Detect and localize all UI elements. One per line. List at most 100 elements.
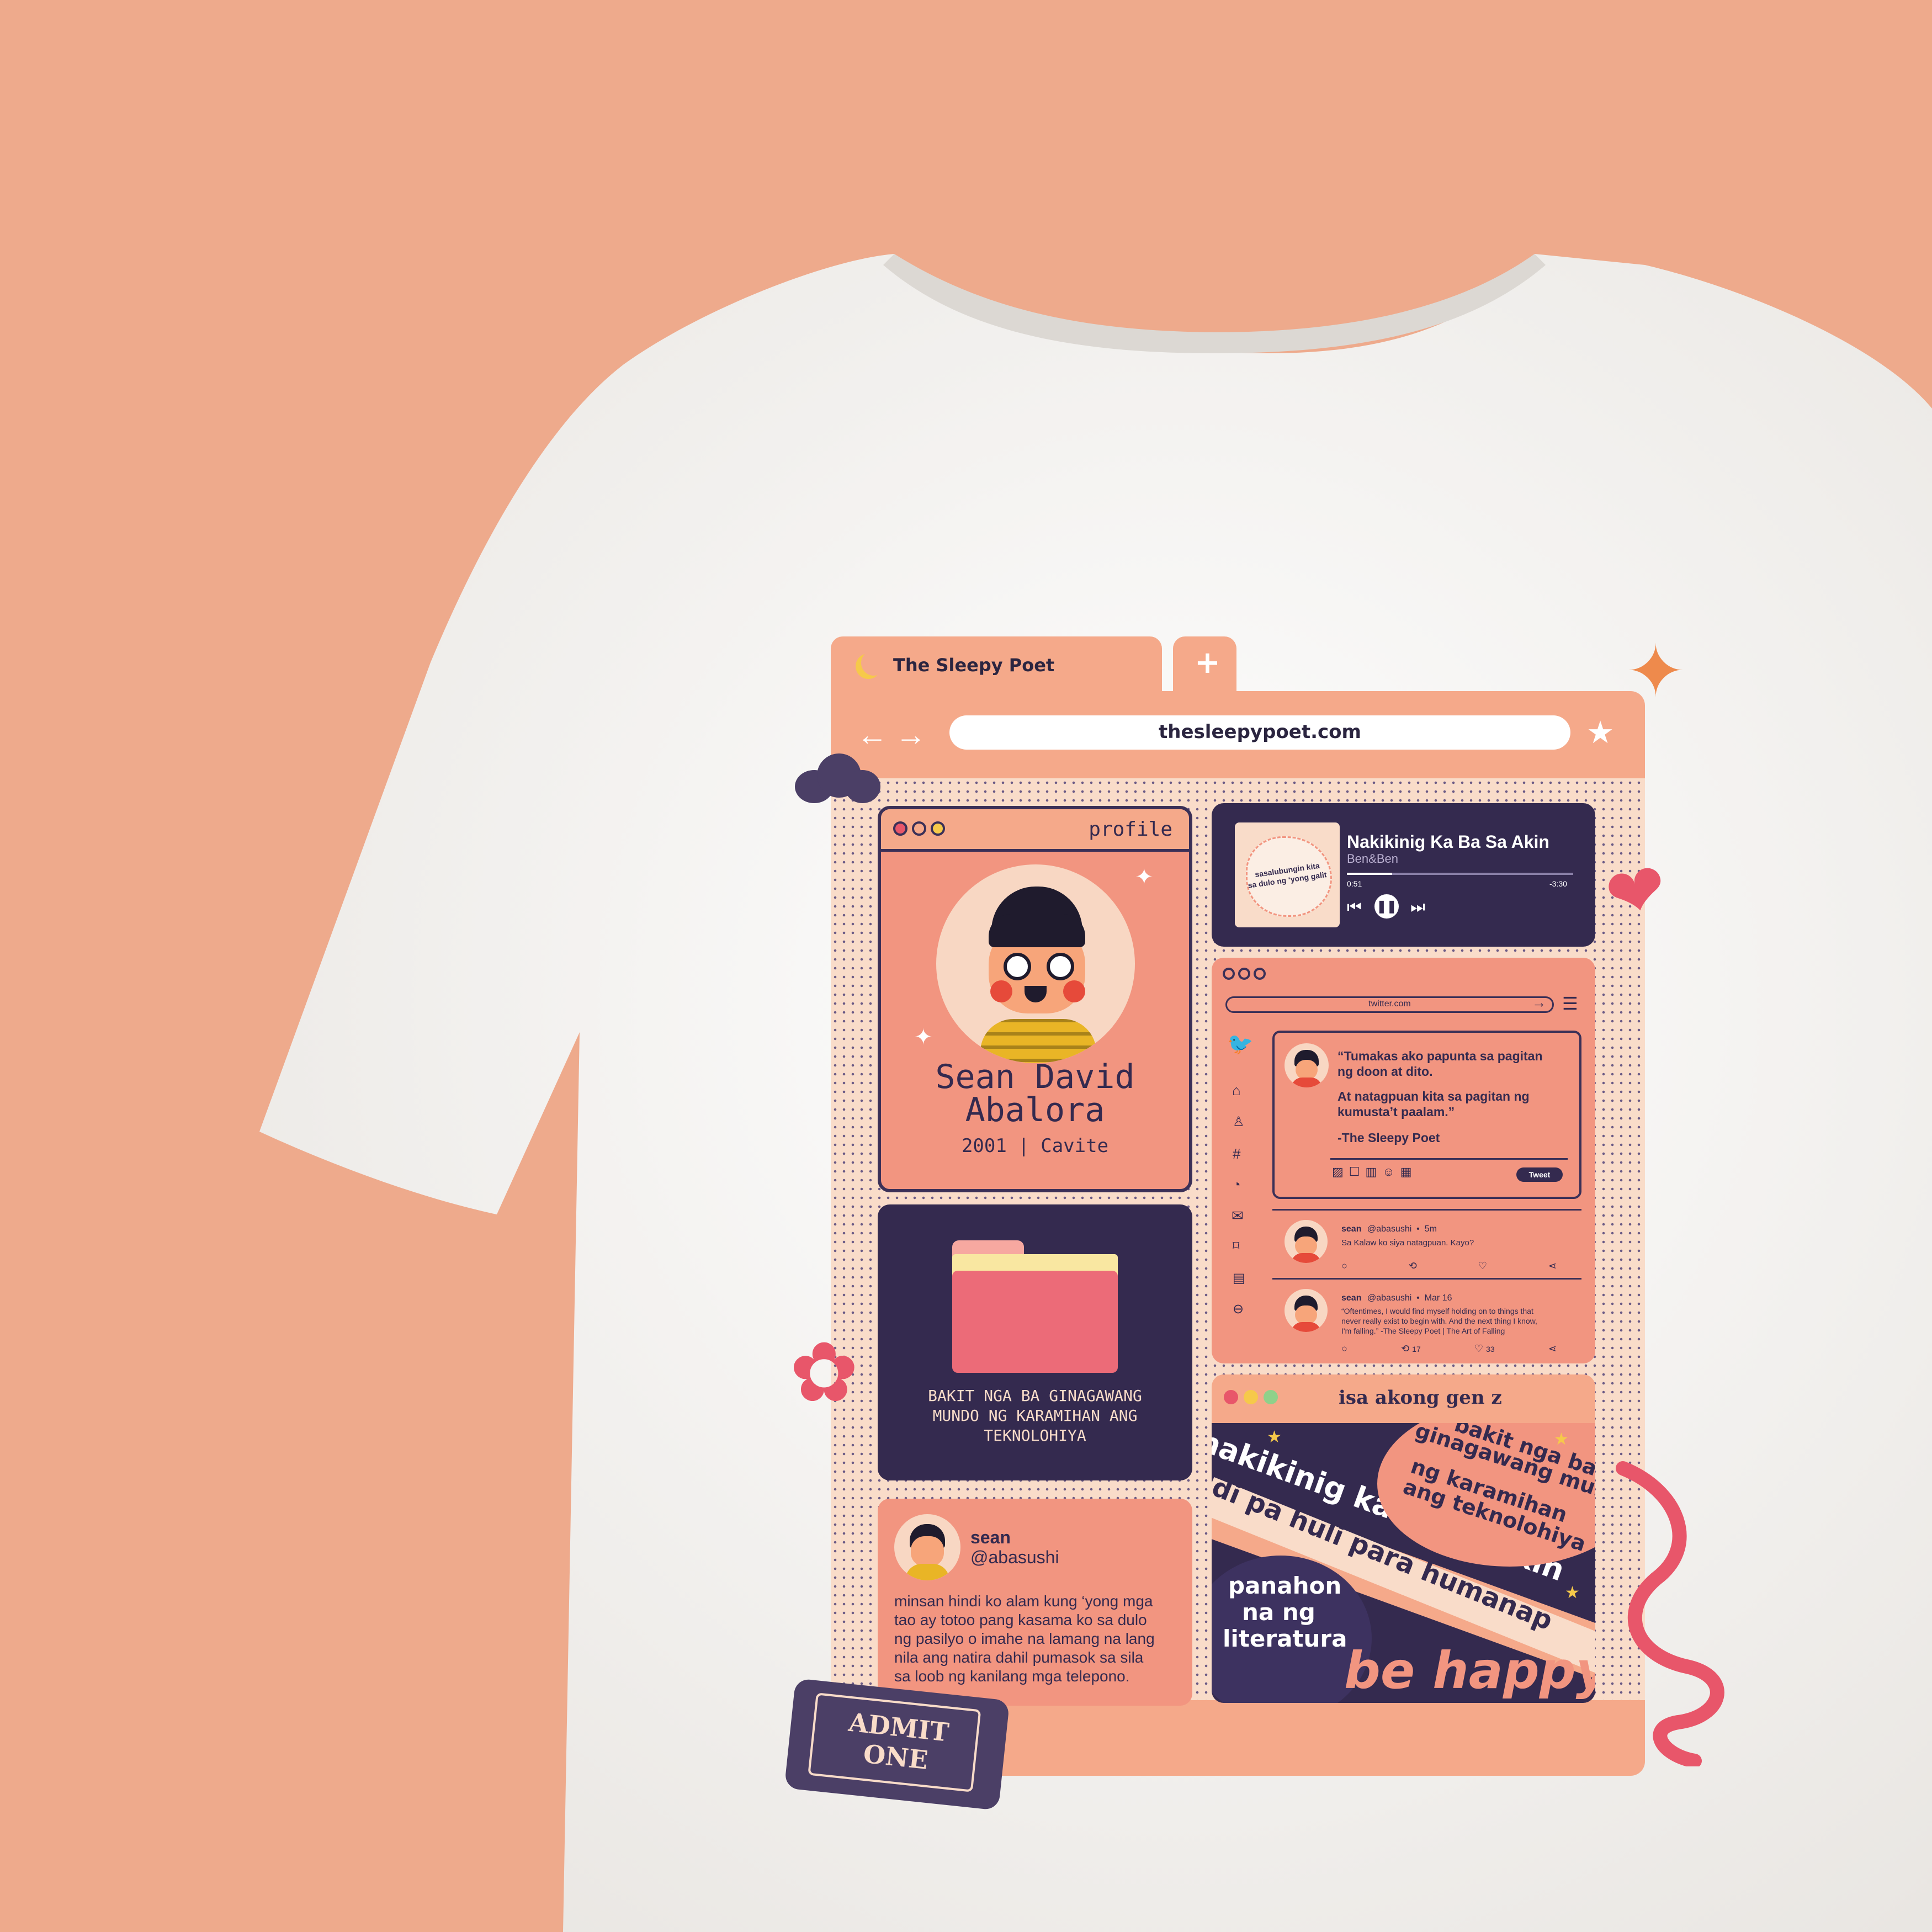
prev-icon[interactable]: ⏮ bbox=[1347, 898, 1362, 917]
folder-caption-line2: MUNDO NG KARAMIHAN ANG bbox=[932, 1406, 1138, 1425]
hashtag-icon[interactable]: # bbox=[1233, 1145, 1240, 1163]
post-author-name: sean bbox=[970, 1527, 1011, 1547]
star-icon: ★ bbox=[1554, 1430, 1569, 1448]
post-body-line: ng pasilyo o imahe na lamang na lang bbox=[894, 1630, 1155, 1647]
share-icon[interactable]: ⋖ bbox=[1548, 1343, 1557, 1355]
tweet-meta: @abasushi • Mar 16 bbox=[1367, 1293, 1452, 1303]
post-author-handle[interactable]: @abasushi bbox=[970, 1547, 1059, 1568]
retweet-icon[interactable]: ⟲ bbox=[1409, 1260, 1417, 1272]
moon-icon bbox=[861, 650, 887, 676]
window-max-dot[interactable] bbox=[1254, 968, 1266, 980]
browser-tab-title: The Sleepy Poet bbox=[893, 655, 1055, 676]
sparkle-icon: ✦ bbox=[1626, 631, 1686, 712]
post-body-line: tao ay totoo pang kasama ko sa dulo bbox=[894, 1611, 1147, 1628]
menu-icon[interactable]: ☰ bbox=[1562, 993, 1578, 1014]
tweet-author-name: sean bbox=[1341, 1293, 1362, 1303]
next-icon[interactable]: ⏭ bbox=[1410, 898, 1425, 917]
genz-card: isa akong gen z nakikinig ka ba sa akin … bbox=[1212, 1374, 1595, 1703]
back-arrow-icon[interactable]: ← bbox=[857, 716, 888, 752]
sparkle-icon: ✦ bbox=[1135, 865, 1154, 889]
more-icon[interactable]: ⊖ bbox=[1233, 1301, 1244, 1317]
post-body-line: minsan hindi ko alam kung ‘yong mga bbox=[894, 1593, 1153, 1610]
share-icon[interactable]: ⋖ bbox=[1548, 1260, 1557, 1272]
tweet-text: I'm falling.” -The Sleepy Poet | The Art… bbox=[1341, 1326, 1505, 1335]
folder-caption-line1: BAKIT NGA BA GINAGAWANG bbox=[928, 1387, 1142, 1405]
star-icon: ★ bbox=[1267, 1428, 1282, 1446]
twitter-url: twitter.com bbox=[1368, 999, 1411, 1009]
profile-meta: 2001 | Cavite bbox=[961, 1135, 1109, 1157]
compose-toolbar-icons[interactable]: ▨☐▥☺▦ bbox=[1332, 1165, 1418, 1179]
like-icon[interactable]: ♡ bbox=[1478, 1260, 1487, 1272]
window-close-dot[interactable] bbox=[1223, 968, 1235, 980]
like-count: 33 bbox=[1486, 1345, 1495, 1354]
go-arrow-icon[interactable]: → bbox=[1532, 994, 1546, 1011]
genz-corner-text: panahon bbox=[1228, 1572, 1342, 1599]
folder-card[interactable]: BAKIT NGA BA GINAGAWANG MUNDO NG KARAMIH… bbox=[878, 1204, 1192, 1480]
compose-text-line: At natagpuan kita sa pagitan ng bbox=[1337, 1089, 1530, 1103]
tweet-avatar bbox=[1285, 1289, 1328, 1332]
reply-icon[interactable]: ○ bbox=[1341, 1260, 1347, 1272]
tweet-divider bbox=[1272, 1209, 1581, 1211]
genz-corner-text: na ng bbox=[1242, 1599, 1315, 1626]
new-tab-plus-icon: + bbox=[1195, 645, 1220, 681]
home-icon[interactable]: ⌂ bbox=[1232, 1082, 1241, 1099]
window-min-dot[interactable] bbox=[912, 821, 926, 836]
window-max-dot[interactable] bbox=[931, 821, 945, 836]
tweet-button[interactable]: Tweet bbox=[1516, 1167, 1563, 1182]
post-body-line: sa loob ng kanilang mga telepono. bbox=[894, 1668, 1130, 1685]
retweet-icon[interactable]: ⟲ 17 bbox=[1401, 1343, 1421, 1355]
window-min-dot[interactable] bbox=[1238, 968, 1250, 980]
genz-header-title: isa akong gen z bbox=[1339, 1387, 1502, 1409]
folder-icon[interactable] bbox=[952, 1240, 1118, 1373]
tweet-actions[interactable]: ○ ⟲ 17 ♡ 33 ⋖ bbox=[1341, 1343, 1557, 1355]
tweet-avatar bbox=[1285, 1220, 1328, 1263]
tweet-author-name: sean bbox=[1341, 1224, 1362, 1234]
mail-icon[interactable]: ✉ bbox=[1232, 1207, 1244, 1224]
genz-collage: nakikinig ka ba sa akin bakit nga ba gin… bbox=[1212, 1423, 1595, 1703]
address-bar-url: thesleepypoet.com bbox=[1159, 721, 1361, 743]
tweet-actions[interactable]: ○ ⟲ ♡ ⋖ bbox=[1341, 1260, 1557, 1272]
window-max-dot[interactable] bbox=[1264, 1390, 1278, 1404]
twitter-bird-icon[interactable]: 🐦 bbox=[1227, 1032, 1253, 1057]
cloud-icon bbox=[795, 753, 883, 806]
music-player-card: sasalubungin kita sa dulo ng ‘yong galit… bbox=[1212, 803, 1595, 947]
ribbon-icon bbox=[1612, 1457, 1733, 1768]
star-icon: ★ bbox=[1565, 1584, 1580, 1602]
be-happy-text: be happy bbox=[1344, 1641, 1595, 1700]
post-body-line: nila ang natira dahil pumasok sa sila bbox=[894, 1649, 1144, 1666]
window-min-dot[interactable] bbox=[1244, 1390, 1258, 1404]
like-icon[interactable]: ♡ 33 bbox=[1474, 1343, 1495, 1355]
bell-icon[interactable]: ◔ bbox=[1233, 1177, 1241, 1193]
tweet-text: Sa Kalaw ko siya natagpuan. Kayo? bbox=[1341, 1238, 1474, 1248]
list-icon[interactable]: ▤ bbox=[1233, 1270, 1245, 1286]
bookmark-icon[interactable]: ⌑ bbox=[1233, 1238, 1239, 1254]
avatar bbox=[894, 1514, 960, 1580]
folder-caption-line3: TEKNOLOHIYA bbox=[984, 1426, 1086, 1445]
reply-icon[interactable]: ○ bbox=[1341, 1343, 1347, 1355]
compose-text-line: “Tumakas ako papunta sa pagitan bbox=[1337, 1049, 1543, 1063]
forward-arrow-icon[interactable]: → bbox=[895, 716, 926, 752]
profile-avatar bbox=[936, 864, 1135, 1063]
post-card[interactable]: sean @abasushi minsan hindi ko alam kung… bbox=[878, 1499, 1192, 1706]
profile-card: profile ✦ ✦ Sean David Abalora 2001 | Ca… bbox=[878, 806, 1192, 1192]
bookmark-star-icon[interactable]: ★ bbox=[1586, 714, 1614, 751]
retweet-count: 17 bbox=[1412, 1345, 1421, 1354]
compose-divider bbox=[1330, 1158, 1568, 1160]
remaining-time: -3:30 bbox=[1549, 879, 1567, 888]
song-title: Nakikinig Ka Ba Sa Akin bbox=[1347, 832, 1549, 852]
window-close-dot[interactable] bbox=[1224, 1390, 1238, 1404]
tweet-meta: @abasushi • 5m bbox=[1367, 1224, 1437, 1234]
progress-fill bbox=[1347, 873, 1392, 875]
profile-header-label: profile bbox=[1089, 818, 1172, 841]
song-artist: Ben&Ben bbox=[1347, 852, 1398, 866]
elapsed-time: 0:51 bbox=[1347, 879, 1362, 888]
pause-icon[interactable]: ❚❚ bbox=[1374, 894, 1399, 919]
user-icon[interactable]: ♙ bbox=[1233, 1114, 1245, 1130]
tweet-text: “Oftentimes, I would find myself holding… bbox=[1341, 1307, 1533, 1315]
album-cover[interactable]: sasalubungin kita sa dulo ng ‘yong galit bbox=[1235, 822, 1340, 927]
tweet-text: never really exist to begin with. And th… bbox=[1341, 1317, 1537, 1325]
window-close-dot[interactable] bbox=[893, 821, 907, 836]
admit-one-ticket: ADMIT ONE bbox=[784, 1678, 1010, 1811]
progress-track[interactable] bbox=[1347, 873, 1573, 875]
tweet-divider bbox=[1272, 1278, 1581, 1280]
